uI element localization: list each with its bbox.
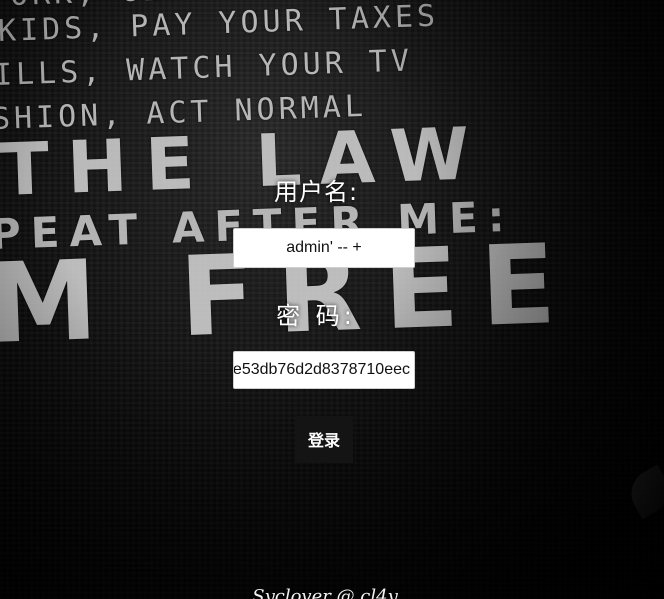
password-value: e53db76d2d8378710eec	[233, 361, 410, 378]
footer-credit: Syclover @ cl4y	[252, 586, 398, 599]
login-button[interactable]: 登录	[295, 416, 353, 463]
login-page: ORK, GET KIDS, PAY YOUR TAXES ILLS, WATC…	[0, 0, 664, 599]
username-input[interactable]: admin' -- +	[233, 228, 415, 268]
username-label: 用户名:	[273, 178, 359, 206]
password-input[interactable]: e53db76d2d8378710eec	[233, 351, 415, 389]
login-form: 用户名: admin' -- + 密 码: e53db76d2d8378710e…	[0, 0, 664, 599]
password-label: 密 码:	[276, 302, 356, 330]
